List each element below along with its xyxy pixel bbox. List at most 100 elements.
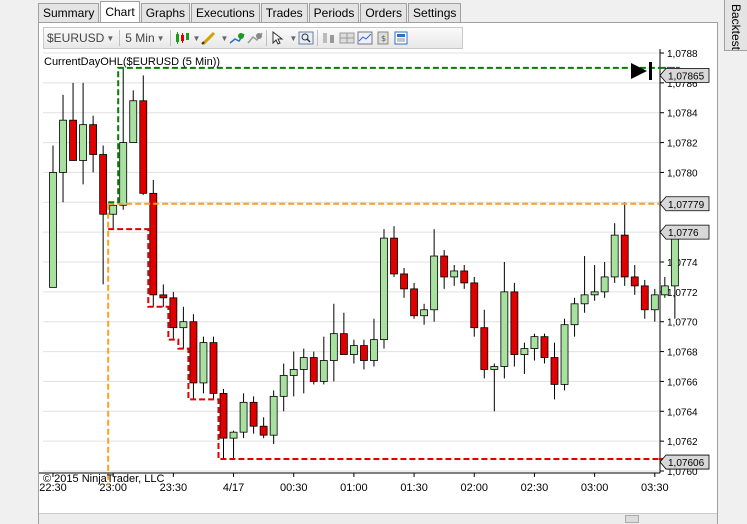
candle-body xyxy=(450,270,459,278)
candle-body xyxy=(580,294,589,305)
candle-body xyxy=(79,124,87,161)
copyright-text: © 2015 NinjaTrader, LLC xyxy=(43,473,165,485)
candle-body xyxy=(590,291,599,296)
candle-body xyxy=(440,255,449,278)
candle-body xyxy=(410,288,418,317)
tab-trades[interactable]: Trades xyxy=(260,3,308,22)
go-to-end-icon xyxy=(631,63,647,79)
candle-body xyxy=(249,401,258,427)
candle-body xyxy=(309,357,318,382)
candle-body xyxy=(179,321,188,329)
day-high-line xyxy=(108,66,680,204)
candle-body xyxy=(299,357,308,370)
candle-body xyxy=(129,100,138,143)
time-tick-label: 4/17 xyxy=(223,482,244,494)
tab-chart[interactable]: Chart xyxy=(100,1,140,23)
candle-body xyxy=(89,124,98,155)
tab-periods[interactable]: Periods xyxy=(308,3,360,22)
candle-body xyxy=(259,425,268,436)
candle-body xyxy=(149,192,158,296)
price-tick-label: 1,0764 xyxy=(667,407,698,418)
tab-backtest-label: Backtest xyxy=(729,4,743,51)
candle-body xyxy=(470,282,479,329)
time-tick-label: 01:00 xyxy=(340,482,368,494)
candle-body xyxy=(550,357,559,385)
candle-body xyxy=(630,276,639,287)
candle-body xyxy=(69,119,77,161)
candle-body xyxy=(510,291,519,355)
tab-backtest[interactable]: Backtest xyxy=(724,0,747,51)
horizontal-scrollbar[interactable] xyxy=(39,513,717,524)
candle-body xyxy=(500,291,509,367)
price-tick-label: 1,0766 xyxy=(667,377,698,388)
candle-body xyxy=(229,431,238,439)
candle-body xyxy=(349,345,358,355)
price-tick-label: 1,0784 xyxy=(667,109,698,120)
candle-body xyxy=(139,100,148,194)
candle-body xyxy=(109,204,118,215)
tab-executions[interactable]: Executions xyxy=(191,3,260,22)
low-price-label: 1,07606 xyxy=(668,458,705,469)
candle-body xyxy=(460,270,469,284)
price-chart[interactable]: 1,07881,07861,07841,07821,07801,07781,07… xyxy=(39,23,717,513)
candle-body xyxy=(570,303,579,326)
candle-body xyxy=(360,345,368,361)
candle-body xyxy=(59,119,67,173)
last-price-label: 1,0776 xyxy=(668,228,699,239)
candle-body xyxy=(640,285,649,311)
candle-body xyxy=(289,369,298,376)
candle-body xyxy=(269,395,278,436)
candle-body xyxy=(99,154,108,215)
tab-orders[interactable]: Orders xyxy=(360,3,408,22)
price-tick-label: 1,0782 xyxy=(667,139,698,150)
tab-settings[interactable]: Settings xyxy=(408,3,462,22)
indicator-label: CurrentDayOHL($EURUSD (5 Min)) xyxy=(44,56,221,68)
price-tick-label: 1,0788 xyxy=(667,49,698,60)
candle-body xyxy=(159,294,168,299)
candle-body xyxy=(660,285,669,296)
candle-body xyxy=(400,273,408,290)
price-tick-label: 1,0768 xyxy=(667,348,698,359)
candle-body xyxy=(420,309,429,317)
candle-body xyxy=(390,237,398,275)
candle-body xyxy=(329,333,338,361)
candle-body xyxy=(319,360,328,382)
candle-body xyxy=(380,237,388,341)
candle-body xyxy=(279,375,288,397)
price-tick-label: 1,0762 xyxy=(667,437,698,448)
go-to-end-bar xyxy=(649,62,652,80)
candle-body xyxy=(670,231,679,287)
time-tick-label: 01:30 xyxy=(400,482,428,494)
time-tick-label: 00:30 xyxy=(280,482,308,494)
candle-body xyxy=(189,321,198,384)
candle-body xyxy=(209,342,218,394)
candle-body xyxy=(540,336,549,358)
tab-summary[interactable]: Summary xyxy=(38,3,100,22)
time-tick-label: 02:30 xyxy=(521,482,549,494)
price-tick-label: 1,0770 xyxy=(667,318,698,329)
candle-body xyxy=(199,342,208,384)
candle-body xyxy=(49,172,57,288)
candle-body xyxy=(490,366,499,370)
candle-body xyxy=(339,333,348,355)
candle-body xyxy=(610,234,619,278)
candle-body xyxy=(600,276,609,293)
candle-body xyxy=(430,255,439,311)
tab-graphs[interactable]: Graphs xyxy=(140,3,191,22)
scrollbar-thumb[interactable] xyxy=(625,515,639,523)
tab-bar: Summary Chart Graphs Executions Trades P… xyxy=(38,0,462,23)
candle-body xyxy=(239,401,248,433)
candle-body xyxy=(169,297,178,329)
price-tick-label: 1,0780 xyxy=(667,168,698,179)
time-tick-label: 02:00 xyxy=(460,482,488,494)
candle-body xyxy=(370,339,378,361)
time-tick-label: 03:30 xyxy=(641,482,669,494)
price-tick-label: 1,0772 xyxy=(667,288,698,299)
candle-body xyxy=(620,234,629,278)
candle-body xyxy=(560,324,569,385)
candle-body xyxy=(530,336,539,349)
candle-body xyxy=(119,142,128,206)
high-price-label: 1,07865 xyxy=(668,71,705,82)
open-price-label: 1,07779 xyxy=(668,200,705,211)
candle-body xyxy=(219,392,228,439)
